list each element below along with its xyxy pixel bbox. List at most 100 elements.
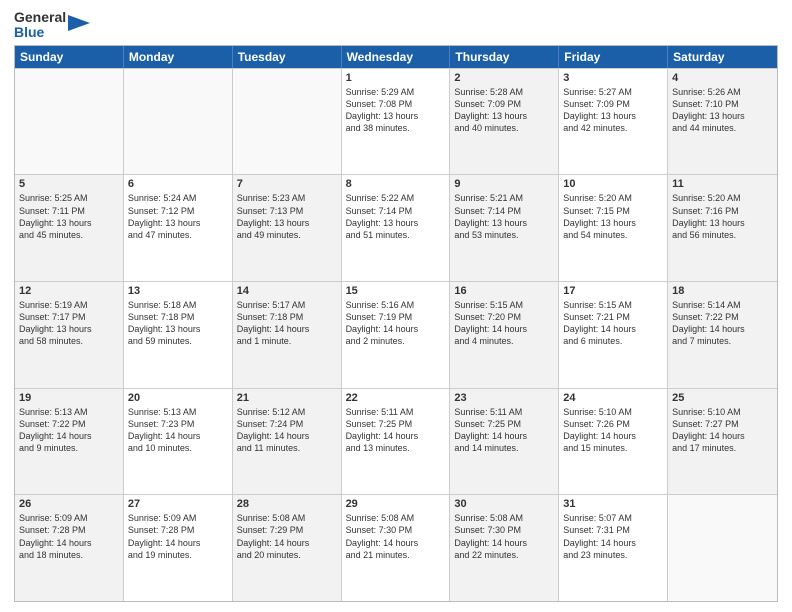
day-cell-13: 13Sunrise: 5:18 AMSunset: 7:18 PMDayligh… <box>124 282 233 388</box>
day-number: 8 <box>346 178 446 190</box>
cell-text-line: Daylight: 14 hours <box>19 430 119 442</box>
cell-text-line: Daylight: 13 hours <box>563 217 663 229</box>
day-cell-21: 21 Sunrise: 5:12 AMSunset: 7:24 PMDayligh… <box>233 389 342 495</box>
day-number: 24 <box>563 392 663 404</box>
cell-text-line: Sunset: 7:14 PM <box>346 205 446 217</box>
cell-text-line: Daylight: 14 hours <box>346 323 446 335</box>
cell-text-line: and 40 minutes. <box>454 122 554 134</box>
cell-text-line: Sunset: 7:23 PM <box>128 418 228 430</box>
cell-text-line: Sunset: 7:30 PM <box>454 524 554 536</box>
cell-text-line: Sunset: 7:28 PM <box>19 524 119 536</box>
cell-text-line: Sunrise: 5:13 AM <box>128 406 228 418</box>
cell-text-line: and 56 minutes. <box>672 229 773 241</box>
cell-text-line: Daylight: 13 hours <box>19 217 119 229</box>
cell-text-line: Sunrise: 5:22 AM <box>346 192 446 204</box>
day-number: 9 <box>454 178 554 190</box>
header-cell-thursday: Thursday <box>450 46 559 68</box>
day-number: 21 <box>237 392 337 404</box>
calendar-row-0: 1Sunrise: 5:29 AMSunset: 7:08 PMDaylight… <box>15 68 777 175</box>
day-number: 3 <box>563 72 663 84</box>
day-number: 25 <box>672 392 773 404</box>
cell-text-line: and 38 minutes. <box>346 122 446 134</box>
cell-text-line: Sunrise: 5:15 AM <box>563 299 663 311</box>
cell-text-line: Sunset: 7:17 PM <box>19 311 119 323</box>
cell-text-line: Sunrise: 5:12 AM <box>237 406 337 418</box>
cell-text-line: Daylight: 13 hours <box>128 323 228 335</box>
header-cell-friday: Friday <box>559 46 668 68</box>
cell-text-line: Daylight: 14 hours <box>672 430 773 442</box>
day-number: 29 <box>346 498 446 510</box>
day-number: 4 <box>672 72 773 84</box>
cell-text-line: Daylight: 14 hours <box>237 430 337 442</box>
cell-text-line: Sunrise: 5:17 AM <box>237 299 337 311</box>
cell-text-line: Sunset: 7:30 PM <box>346 524 446 536</box>
cell-text-line: Sunrise: 5:16 AM <box>346 299 446 311</box>
cell-text-line: and 47 minutes. <box>128 229 228 241</box>
cell-text-line: and 13 minutes. <box>346 442 446 454</box>
day-cell-5: 5Sunrise: 5:25 AMSunset: 7:11 PMDaylight… <box>15 175 124 281</box>
cell-text-line: Daylight: 13 hours <box>346 110 446 122</box>
header-cell-monday: Monday <box>124 46 233 68</box>
cell-text-line: and 2 minutes. <box>346 335 446 347</box>
calendar-row-4: 26Sunrise: 5:09 AMSunset: 7:28 PMDayligh… <box>15 494 777 601</box>
calendar-row-2: 12Sunrise: 5:19 AMSunset: 7:17 PMDayligh… <box>15 281 777 388</box>
cell-text-line: Daylight: 14 hours <box>454 323 554 335</box>
cell-text-line: and 54 minutes. <box>563 229 663 241</box>
empty-cell <box>124 69 233 175</box>
cell-text-line: and 14 minutes. <box>454 442 554 454</box>
cell-text-line: Daylight: 14 hours <box>672 323 773 335</box>
cell-text-line: and 9 minutes. <box>19 442 119 454</box>
cell-text-line: Daylight: 14 hours <box>454 537 554 549</box>
cell-text-line: Sunrise: 5:14 AM <box>672 299 773 311</box>
cell-text-line: Sunrise: 5:21 AM <box>454 192 554 204</box>
cell-text-line: Sunrise: 5:11 AM <box>454 406 554 418</box>
cell-text-line: Sunset: 7:16 PM <box>672 205 773 217</box>
cell-text-line: and 53 minutes. <box>454 229 554 241</box>
empty-cell <box>233 69 342 175</box>
cell-text-line: Sunrise: 5:25 AM <box>19 192 119 204</box>
day-number: 7 <box>237 178 337 190</box>
cell-text-line: and 23 minutes. <box>563 549 663 561</box>
day-number: 10 <box>563 178 663 190</box>
day-cell-20: 20Sunrise: 5:13 AMSunset: 7:23 PMDayligh… <box>124 389 233 495</box>
day-cell-31: 31Sunrise: 5:07 AMSunset: 7:31 PMDayligh… <box>559 495 668 601</box>
header-cell-wednesday: Wednesday <box>342 46 451 68</box>
cell-text-line: and 42 minutes. <box>563 122 663 134</box>
day-cell-27: 27Sunrise: 5:09 AMSunset: 7:28 PMDayligh… <box>124 495 233 601</box>
day-number: 2 <box>454 72 554 84</box>
cell-text-line: and 1 minute. <box>237 335 337 347</box>
cell-text-line: Sunrise: 5:10 AM <box>672 406 773 418</box>
cell-text-line: Sunset: 7:15 PM <box>563 205 663 217</box>
cell-text-line: and 45 minutes. <box>19 229 119 241</box>
cell-text-line: Sunset: 7:18 PM <box>237 311 337 323</box>
cell-text-line: Sunrise: 5:19 AM <box>19 299 119 311</box>
day-cell-17: 17Sunrise: 5:15 AMSunset: 7:21 PMDayligh… <box>559 282 668 388</box>
cell-text-line: and 19 minutes. <box>128 549 228 561</box>
calendar-row-3: 19Sunrise: 5:13 AMSunset: 7:22 PMDayligh… <box>15 388 777 495</box>
header-cell-saturday: Saturday <box>668 46 777 68</box>
cell-text-line: Sunset: 7:24 PM <box>237 418 337 430</box>
day-cell-18: 18Sunrise: 5:14 AMSunset: 7:22 PMDayligh… <box>668 282 777 388</box>
header-cell-sunday: Sunday <box>15 46 124 68</box>
day-cell-15: 15Sunrise: 5:16 AMSunset: 7:19 PMDayligh… <box>342 282 451 388</box>
day-cell-2: 2Sunrise: 5:28 AMSunset: 7:09 PMDaylight… <box>450 69 559 175</box>
cell-text-line: Sunrise: 5:08 AM <box>237 512 337 524</box>
cell-text-line: Sunrise: 5:29 AM <box>346 86 446 98</box>
cell-text-line: Sunset: 7:09 PM <box>454 98 554 110</box>
day-number: 6 <box>128 178 228 190</box>
header: General Blue <box>14 10 778 41</box>
cell-text-line: Daylight: 14 hours <box>563 323 663 335</box>
cell-text-line: and 58 minutes. <box>19 335 119 347</box>
day-number: 23 <box>454 392 554 404</box>
cell-text-line: Sunrise: 5:10 AM <box>563 406 663 418</box>
cell-text-line: Sunrise: 5:13 AM <box>19 406 119 418</box>
cell-text-line: and 10 minutes. <box>128 442 228 454</box>
day-number: 30 <box>454 498 554 510</box>
cell-text-line: Sunset: 7:14 PM <box>454 205 554 217</box>
cell-text-line: Sunrise: 5:27 AM <box>563 86 663 98</box>
day-cell-25: 25Sunrise: 5:10 AMSunset: 7:27 PMDayligh… <box>668 389 777 495</box>
cell-text-line: and 49 minutes. <box>237 229 337 241</box>
day-cell-12: 12Sunrise: 5:19 AMSunset: 7:17 PMDayligh… <box>15 282 124 388</box>
day-number: 14 <box>237 285 337 297</box>
calendar-row-1: 5Sunrise: 5:25 AMSunset: 7:11 PMDaylight… <box>15 174 777 281</box>
